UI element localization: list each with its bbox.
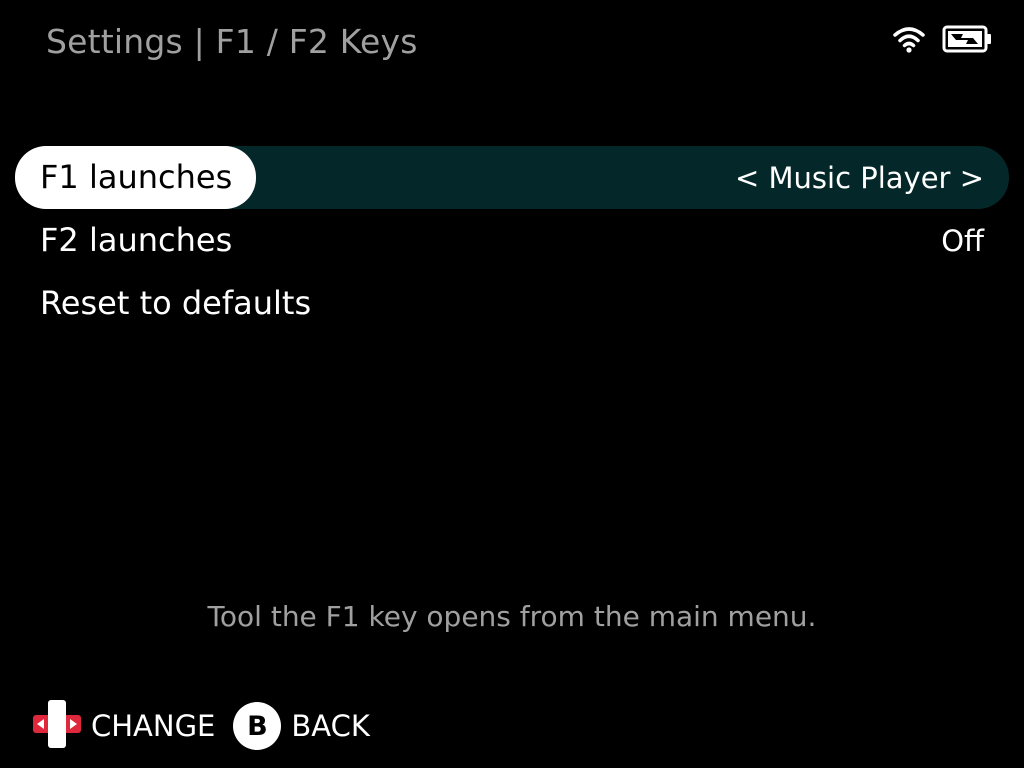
change-hint-label: CHANGE xyxy=(91,709,216,743)
menu-item-label: Reset to defaults xyxy=(40,284,312,322)
menu-item-f2-launches[interactable]: F2 launches Off xyxy=(15,209,1009,272)
help-text: Tool the F1 key opens from the main menu… xyxy=(207,600,817,633)
wifi-icon xyxy=(892,25,926,57)
battery-charging-icon xyxy=(942,24,992,58)
menu-item-label: F1 launches xyxy=(15,146,257,209)
b-button-icon: B xyxy=(233,702,282,750)
settings-menu: F1 launches < Music Player > F2 launches… xyxy=(15,146,1009,335)
menu-item-label: F2 launches xyxy=(40,221,233,259)
menu-item-f1-launches[interactable]: F1 launches < Music Player > xyxy=(15,146,1009,209)
back-hint-label: BACK xyxy=(291,709,370,743)
status-bar xyxy=(892,24,992,58)
menu-item-value[interactable]: Off xyxy=(941,224,1009,258)
dpad-icon xyxy=(33,700,81,752)
menu-item-reset-defaults[interactable]: Reset to defaults xyxy=(15,272,1009,335)
menu-item-value[interactable]: < Music Player > xyxy=(735,161,1009,195)
page-title: Settings | F1 / F2 Keys xyxy=(46,22,418,61)
button-hints: CHANGE B BACK xyxy=(33,700,388,752)
